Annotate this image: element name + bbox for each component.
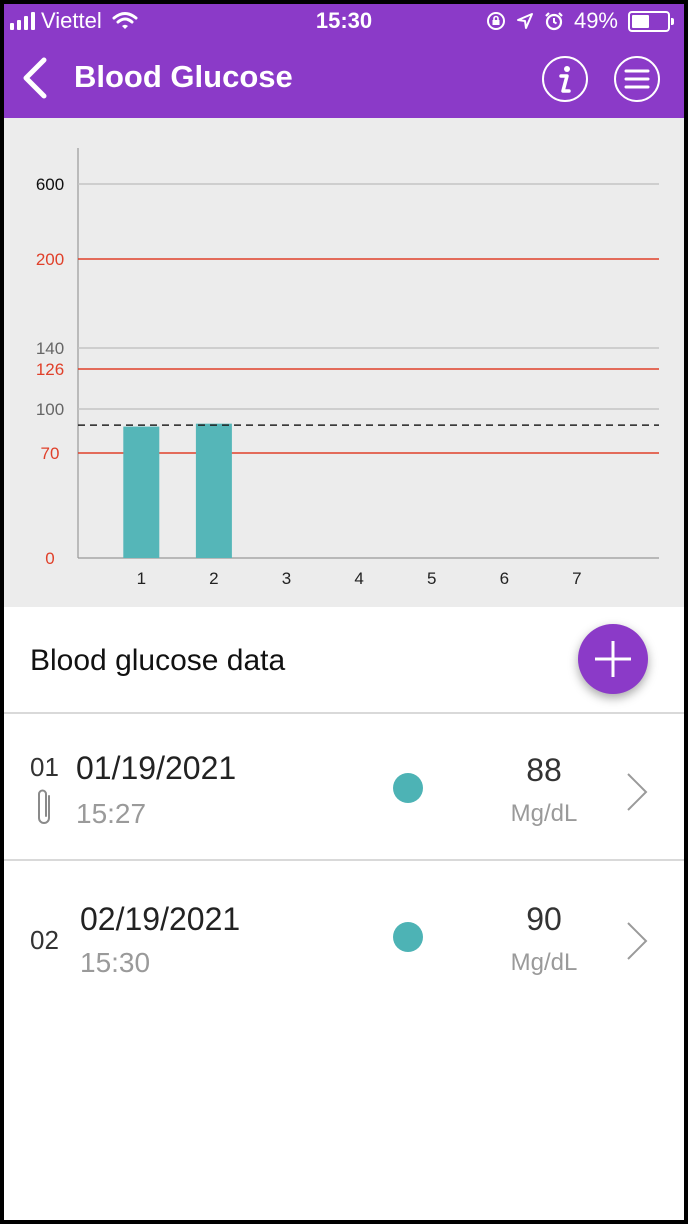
battery-icon: [628, 10, 674, 32]
chevron-right-icon: [627, 922, 648, 960]
page-title: Blood Glucose: [74, 59, 293, 94]
y-tick-label-126: 126: [36, 360, 64, 379]
record-date: 02/19/2021: [80, 901, 241, 937]
list-item[interactable]: 02 02/19/2021 15:30 90 Mg/dL: [4, 861, 684, 1007]
bar-1: [123, 426, 160, 558]
chart-svg: 1 2 3 4 5 6 7070100126140200600: [36, 148, 659, 588]
orientation-lock-icon: [486, 12, 505, 30]
menu-button[interactable]: [614, 56, 660, 102]
screen: Viettel 15:30 49% Blood Glucose 1 2 3 4 …: [4, 4, 684, 1220]
status-bar: Viettel 15:30 49%: [4, 4, 684, 36]
x-tick-label-5: 5: [427, 569, 436, 588]
record-value: 90: [526, 901, 562, 937]
info-icon: [559, 66, 571, 93]
y-tick-label-100: 100: [36, 400, 64, 419]
x-tick-label-2: 2: [209, 569, 218, 588]
attachment-icon: [38, 789, 50, 824]
record-index: 02: [30, 925, 59, 955]
location-icon: [516, 13, 533, 29]
record-value: 88: [526, 752, 562, 788]
y-tick-label-140: 140: [36, 339, 64, 358]
x-tick-label-1: 1: [137, 569, 146, 588]
back-icon[interactable]: [18, 56, 52, 100]
x-tick-label-3: 3: [282, 569, 291, 588]
record-unit: Mg/dL: [510, 949, 578, 976]
top-bar: Viettel 15:30 49% Blood Glucose: [4, 4, 684, 118]
status-dot: [393, 922, 423, 952]
battery-percent: 49%: [573, 8, 618, 33]
glucose-chart: 1 2 3 4 5 6 7 0 70 100 126 140 200 600: [4, 118, 684, 607]
bar-2: [195, 423, 232, 558]
x-tick-label-7: 7: [572, 569, 581, 588]
record-date: 01/19/2021: [76, 750, 237, 786]
status-dot: [393, 773, 423, 803]
alarm-icon: [545, 12, 563, 31]
list-title: Blood glucose data: [30, 644, 286, 677]
list-item[interactable]: 01 01/19/2021 15:27 88 Mg/dL: [4, 714, 684, 860]
record-time: 15:27: [76, 798, 147, 829]
add-record-button[interactable]: [578, 624, 648, 694]
menu-icon: [624, 69, 650, 89]
x-tick-label-6: 6: [500, 569, 509, 588]
y-tick-label-0: 0: [45, 549, 54, 568]
record-unit: Mg/dL: [510, 800, 578, 827]
y-tick-label-200: 200: [36, 250, 64, 269]
chevron-right-icon: [627, 773, 648, 811]
y-tick-label-600: 600: [36, 175, 64, 194]
record-index: 01: [30, 752, 59, 782]
record-time: 15:30: [80, 947, 151, 978]
y-tick-label-70: 70: [41, 444, 60, 463]
status-right: 49%: [486, 8, 674, 34]
x-tick-label-4: 4: [354, 569, 363, 588]
info-button[interactable]: [542, 56, 588, 102]
